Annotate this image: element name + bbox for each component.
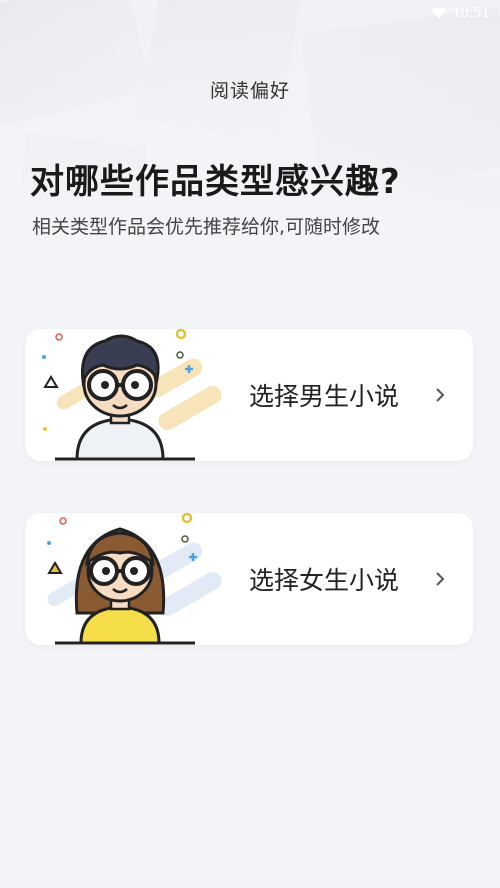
female-avatar-illustration xyxy=(47,513,222,645)
option-label: 选择男生小说 xyxy=(249,382,400,411)
male-avatar-illustration xyxy=(42,329,222,461)
option-label: 选择女生小说 xyxy=(249,566,400,595)
status-time: 10:51 xyxy=(452,5,490,21)
status-bar: 10:51 xyxy=(430,0,490,26)
option-female-novels[interactable]: 选择女生小说 xyxy=(25,513,473,645)
option-male-novels[interactable]: 选择男生小说 xyxy=(25,329,473,461)
wifi-icon xyxy=(430,7,447,19)
question-subtitle: 相关类型作品会优先推荐给你,可随时修改 xyxy=(32,216,381,238)
chevron-right-icon xyxy=(436,572,445,586)
chevron-right-icon xyxy=(436,388,445,402)
page-title: 阅读偏好 xyxy=(209,80,290,102)
question-headline: 对哪些作品类型感兴趣? xyxy=(30,162,401,202)
